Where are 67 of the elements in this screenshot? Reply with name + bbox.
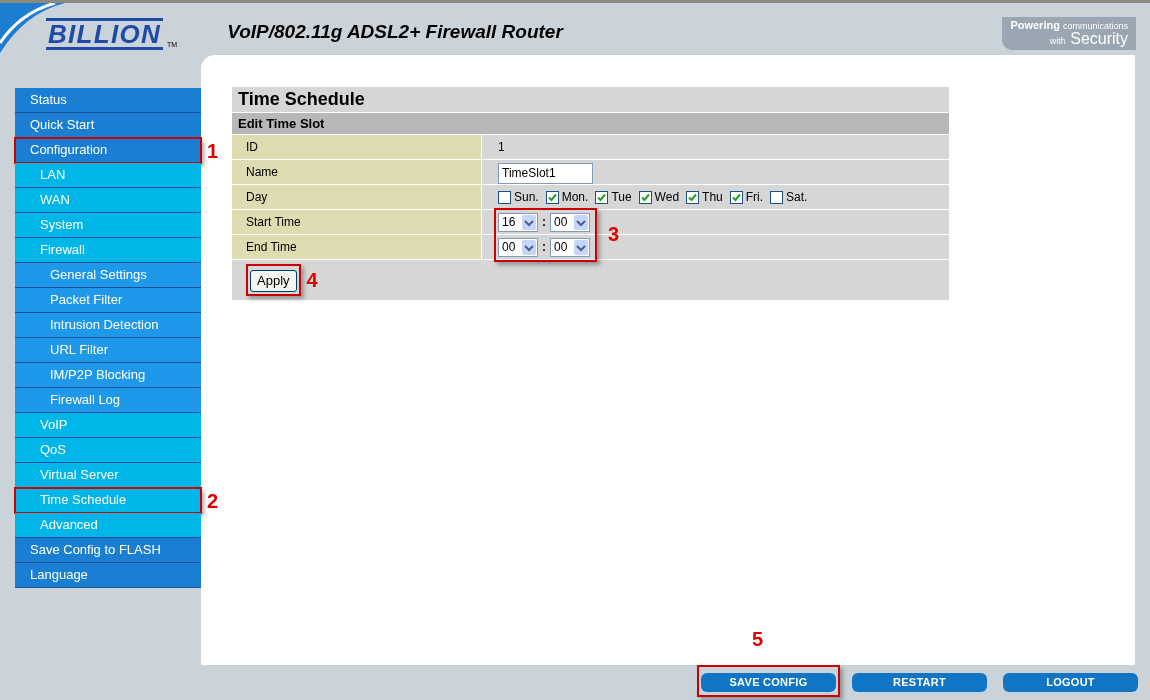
day-label: Mon. bbox=[561, 189, 589, 206]
sidebar-item[interactable]: General Settings bbox=[15, 263, 201, 288]
day-checkbox[interactable] bbox=[638, 190, 652, 204]
field-label: Day bbox=[232, 185, 482, 209]
billion-logo: BILLION bbox=[46, 18, 164, 50]
day-label: Sat. bbox=[786, 189, 808, 206]
day-label: Wed bbox=[654, 189, 680, 206]
check-icon bbox=[597, 192, 607, 202]
tagline: with Security bbox=[1049, 31, 1128, 47]
day-checkbox[interactable] bbox=[545, 190, 559, 204]
sidebar-item[interactable]: Firewall bbox=[15, 238, 201, 263]
day-checkbox[interactable] bbox=[686, 190, 700, 204]
day-checkbox[interactable] bbox=[498, 190, 511, 204]
time-select[interactable]: 00 bbox=[498, 237, 538, 257]
sidebar-item[interactable]: URL Filter bbox=[15, 338, 201, 363]
footer-button[interactable]: LOGOUT bbox=[1003, 672, 1138, 692]
sidebar-item[interactable]: LAN bbox=[15, 163, 201, 188]
sidebar-item[interactable]: Quick Start bbox=[15, 113, 201, 138]
field-label: End Time bbox=[232, 235, 482, 259]
callout-number: 4 bbox=[306, 270, 318, 290]
day-label: Fri. bbox=[745, 189, 764, 206]
sidebar-item[interactable]: QoS bbox=[15, 438, 201, 463]
check-icon bbox=[640, 192, 650, 202]
sidebar-item[interactable]: System bbox=[15, 213, 201, 238]
callout-number: 5 bbox=[752, 629, 764, 649]
day-checkbox[interactable] bbox=[595, 190, 609, 204]
sidebar-item[interactable]: IM/P2P Blocking bbox=[15, 363, 201, 388]
footer-button[interactable]: RESTART bbox=[852, 672, 987, 692]
sidebar-item[interactable]: Language bbox=[15, 563, 201, 588]
sidebar-item[interactable]: Configuration bbox=[15, 138, 201, 163]
sidebar-item[interactable]: Packet Filter bbox=[15, 288, 201, 313]
sidebar-item[interactable]: Intrusion Detection bbox=[15, 313, 201, 338]
tagline: Powering communications bbox=[1010, 20, 1128, 31]
callout-number: 1 bbox=[207, 140, 219, 161]
callout-number: 3 bbox=[608, 224, 620, 244]
check-icon bbox=[688, 192, 698, 202]
callout-number: 2 bbox=[207, 490, 219, 511]
sidebar-item[interactable]: Advanced bbox=[15, 513, 201, 538]
sidebar-item[interactable]: Virtual Server bbox=[15, 463, 201, 488]
sidebar-item[interactable]: Time Schedule bbox=[15, 488, 201, 513]
time-separator: : bbox=[542, 214, 546, 231]
form-title: Time Schedule bbox=[232, 87, 949, 113]
sidebar-item[interactable]: Save Config to FLASH bbox=[15, 538, 201, 563]
check-icon bbox=[731, 192, 741, 202]
page-title: VoIP/802.11g ADSL2+ Firewall Router bbox=[227, 19, 563, 44]
check-icon bbox=[547, 192, 557, 202]
sidebar-item[interactable]: VoIP bbox=[15, 413, 201, 438]
sidebar-item[interactable]: Status bbox=[15, 88, 201, 113]
day-label: Thu bbox=[702, 189, 723, 206]
id-value: 1 bbox=[497, 139, 505, 156]
footer-button[interactable]: SAVE CONFIG bbox=[701, 672, 836, 692]
time-select[interactable]: 00 bbox=[550, 212, 590, 232]
field-label: Start Time bbox=[232, 210, 482, 234]
sidebar-item[interactable]: Firewall Log bbox=[15, 388, 201, 413]
time-select[interactable]: 00 bbox=[550, 237, 590, 257]
time-select[interactable]: 16 bbox=[498, 212, 538, 232]
day-label: Sun. bbox=[514, 189, 539, 206]
day-checkbox[interactable] bbox=[729, 190, 743, 204]
sidebar-item[interactable]: WAN bbox=[15, 188, 201, 213]
apply-button[interactable]: Apply bbox=[250, 269, 297, 292]
field-label: Name bbox=[232, 160, 482, 184]
name-field[interactable]: TimeSlot1 bbox=[498, 162, 593, 184]
time-separator: : bbox=[542, 239, 546, 256]
section-header: Edit Time Slot bbox=[232, 113, 949, 135]
field-label: ID bbox=[232, 135, 482, 159]
day-checkbox[interactable] bbox=[770, 190, 784, 204]
day-label: Tue bbox=[611, 189, 632, 206]
